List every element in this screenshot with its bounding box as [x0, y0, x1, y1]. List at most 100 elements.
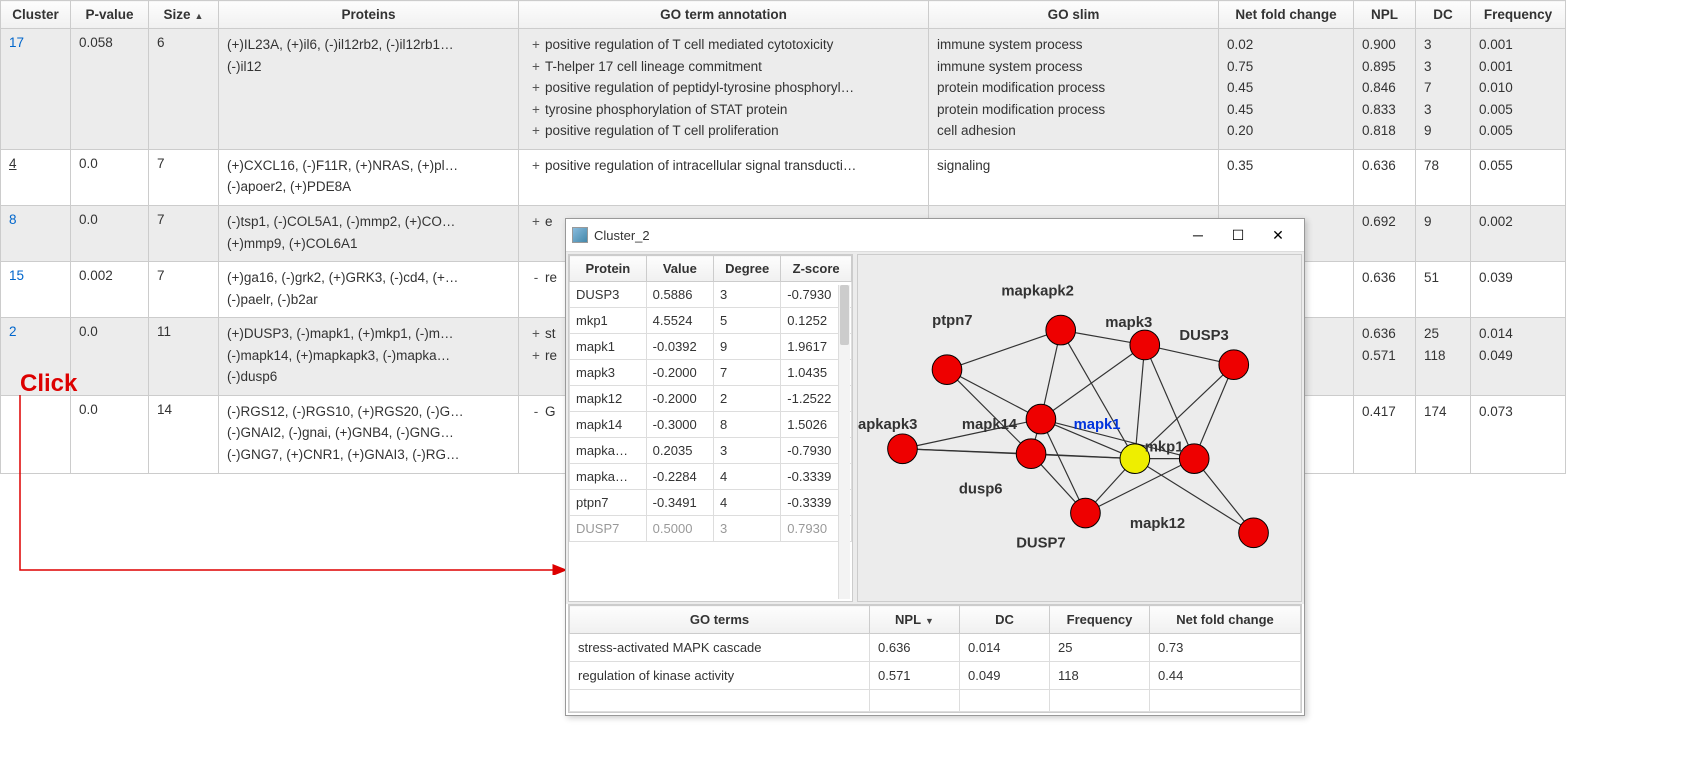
protein-row[interactable]: DUSP30.58863-0.7930	[570, 282, 852, 308]
protein-row[interactable]: mapk12-0.20002-1.2522	[570, 386, 852, 412]
expand-icon[interactable]: -	[527, 402, 545, 422]
header-pvalue[interactable]: P-value	[71, 1, 149, 29]
popup-go-cell: 0.571	[870, 662, 960, 690]
close-button[interactable]: ✕	[1258, 223, 1298, 247]
cell-size: 6	[149, 29, 219, 150]
node-label: dusp6	[959, 481, 1003, 497]
protein-cell: mapka…	[570, 464, 647, 490]
expand-icon[interactable]: +	[527, 78, 545, 98]
protein-cell: 4.5524	[646, 308, 713, 334]
scrollbar[interactable]	[838, 285, 850, 599]
protein-header-degree[interactable]: Degree	[713, 256, 780, 282]
cluster-link[interactable]: 15	[9, 268, 24, 283]
popup-go-header-dc[interactable]: DC	[960, 606, 1050, 634]
maximize-button[interactable]: ☐	[1218, 223, 1258, 247]
popup-go-header-nf[interactable]: Net fold change	[1150, 606, 1301, 634]
cell-freq: 0.055	[1471, 149, 1566, 205]
protein-cell: mapk12	[570, 386, 647, 412]
protein-header-value[interactable]: Value	[646, 256, 713, 282]
cell-npl: 0.636	[1354, 149, 1416, 205]
header-size[interactable]: Size▲	[149, 1, 219, 29]
protein-row[interactable]: mapka…-0.22844-0.3339	[570, 464, 852, 490]
popup-go-cell: stress-activated MAPK cascade	[570, 634, 870, 662]
cluster-link[interactable]: 17	[9, 35, 24, 50]
protein-row[interactable]: mapk3-0.200071.0435	[570, 360, 852, 386]
popup-go-cell: regulation of kinase activity	[570, 662, 870, 690]
cluster-link[interactable]: 4	[9, 156, 17, 171]
scroll-thumb[interactable]	[840, 285, 849, 345]
protein-cell: 4	[713, 464, 780, 490]
popup-go-row[interactable]: regulation of kinase activity0.5710.0491…	[570, 662, 1301, 690]
cell-nf: 0.35	[1219, 149, 1354, 205]
cell-slim: signaling	[929, 149, 1219, 205]
protein-cell: 9	[713, 334, 780, 360]
expand-icon[interactable]: +	[527, 100, 545, 120]
header-dc[interactable]: DC	[1416, 1, 1471, 29]
cell-pvalue: 0.0	[71, 318, 149, 396]
expand-icon[interactable]: +	[527, 212, 545, 232]
cell-dc: 25118	[1416, 318, 1471, 396]
header-freq[interactable]: Frequency	[1471, 1, 1566, 29]
popup-go-header-freq[interactable]: Frequency	[1050, 606, 1150, 634]
popup-go-table: GO terms NPL▼ DC Frequency Net fold chan…	[569, 605, 1301, 712]
expand-icon[interactable]: +	[527, 324, 545, 344]
cell-pvalue: 0.0	[71, 205, 149, 261]
expand-icon[interactable]: -	[527, 268, 545, 288]
expand-icon[interactable]: +	[527, 346, 545, 366]
protein-header-protein[interactable]: Protein	[570, 256, 647, 282]
cluster-link[interactable]: 8	[9, 212, 17, 227]
protein-cell: mapk14	[570, 412, 647, 438]
cluster-link[interactable]: 2	[9, 324, 17, 339]
cell-size: 11	[149, 318, 219, 396]
protein-row[interactable]: mapka…0.20353-0.7930	[570, 438, 852, 464]
expand-icon[interactable]: +	[527, 121, 545, 141]
cell-slim: immune system processimmune system proce…	[929, 29, 1219, 150]
node-label: DUSP3	[1179, 328, 1228, 344]
header-cluster[interactable]: Cluster	[1, 1, 71, 29]
popup-go-row[interactable]: stress-activated MAPK cascade0.6360.0142…	[570, 634, 1301, 662]
protein-row[interactable]: ptpn7-0.34914-0.3339	[570, 490, 852, 516]
cell-dc: 78	[1416, 149, 1471, 205]
window-title: Cluster_2	[594, 228, 1178, 243]
cell-nf: 0.020.750.450.450.20	[1219, 29, 1354, 150]
protein-cell: -0.2284	[646, 464, 713, 490]
node-label: mapk12	[1130, 516, 1185, 532]
popup-go-cell: 0.73	[1150, 634, 1301, 662]
expand-icon[interactable]: +	[527, 57, 545, 77]
table-row[interactable]: 170.0586(+)IL23A, (+)il6, (-)il12rb2, (-…	[1, 29, 1566, 150]
protein-table-panel: Protein Value Degree Z-score DUSP30.5886…	[568, 254, 853, 602]
protein-row[interactable]: mapk1-0.039291.9617	[570, 334, 852, 360]
protein-cell: 4	[713, 490, 780, 516]
network-graph[interactable]: mapkapk2 ptpn7 mapk3 DUSP3 apkapk3 mapk1…	[857, 254, 1302, 602]
popup-go-header-go[interactable]: GO terms	[570, 606, 870, 634]
cell-pvalue: 0.0	[71, 149, 149, 205]
header-go-slim[interactable]: GO slim	[929, 1, 1219, 29]
header-go-term[interactable]: GO term annotation	[519, 1, 929, 29]
popup-go-header-npl[interactable]: NPL▼	[870, 606, 960, 634]
expand-icon[interactable]: +	[527, 156, 545, 176]
cell-freq: 0.002	[1471, 205, 1566, 261]
header-net-fold[interactable]: Net fold change	[1219, 1, 1354, 29]
titlebar[interactable]: Cluster_2 ─ ☐ ✕	[566, 219, 1304, 252]
cell-size: 7	[149, 262, 219, 318]
cell-npl: 0.9000.8950.8460.8330.818	[1354, 29, 1416, 150]
protein-row[interactable]: mkp14.552450.1252	[570, 308, 852, 334]
sort-asc-icon: ▲	[195, 11, 204, 21]
protein-cell: ptpn7	[570, 490, 647, 516]
cell-proteins: (+)ga16, (-)grk2, (+)GRK3, (-)cd4, (+…(-…	[219, 262, 519, 318]
protein-cell: 0.5000	[646, 516, 713, 542]
cell-proteins: (+)CXCL16, (-)F11R, (+)NRAS, (+)pl…(-)ap…	[219, 149, 519, 205]
cell-size: 14	[149, 395, 219, 473]
minimize-button[interactable]: ─	[1178, 223, 1218, 247]
expand-icon[interactable]: +	[527, 35, 545, 55]
cell-freq: 0.0010.0010.0100.0050.005	[1471, 29, 1566, 150]
header-proteins[interactable]: Proteins	[219, 1, 519, 29]
cell-freq: 0.073	[1471, 395, 1566, 473]
node-label: mapkapk2	[1001, 283, 1074, 299]
protein-row[interactable]: mapk14-0.300081.5026	[570, 412, 852, 438]
table-row[interactable]: 40.07(+)CXCL16, (-)F11R, (+)NRAS, (+)pl……	[1, 149, 1566, 205]
protein-header-zscore[interactable]: Z-score	[781, 256, 852, 282]
header-npl[interactable]: NPL	[1354, 1, 1416, 29]
protein-row[interactable]: DUSP70.500030.7930	[570, 516, 852, 542]
cell-freq: 0.039	[1471, 262, 1566, 318]
